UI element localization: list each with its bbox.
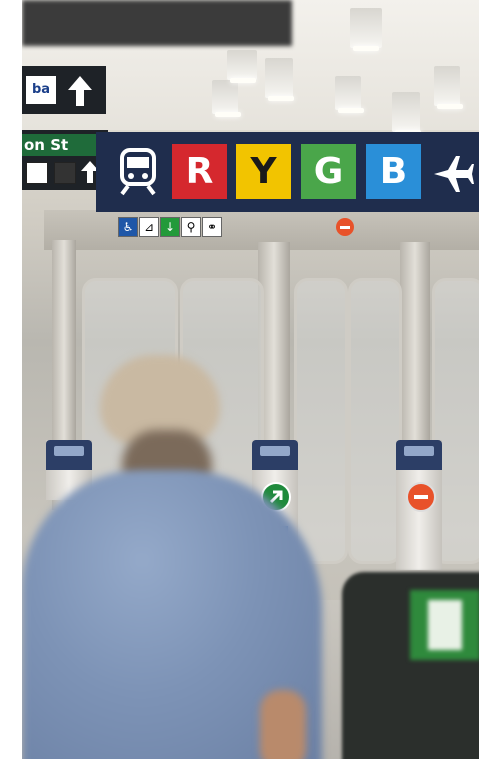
bart-logo-small-icon [26, 162, 48, 184]
card-reader [46, 440, 92, 470]
enter-arrow-icon: ↓ [160, 217, 180, 237]
ceiling-light [392, 92, 421, 135]
ceiling-beam-shadow [22, 0, 292, 46]
ceiling-light [335, 76, 364, 113]
line-g-tile: G [301, 144, 356, 199]
card-reader [252, 440, 298, 470]
line-y-tile: Y [236, 144, 291, 199]
glass-panel [348, 278, 402, 564]
arrow-up-icon [68, 76, 92, 106]
person-arm [260, 690, 306, 759]
bart-direction-sign: ba [22, 66, 106, 114]
wheelchair-icon: ♿ [118, 217, 138, 237]
walking-icon: ⚲ [181, 217, 201, 237]
fare-gate [396, 440, 442, 570]
airplane-icon [434, 156, 474, 192]
station-photo: ba on St R Y G B ♿ ⊿ ↓ ⚲ ⚭ [22, 0, 479, 759]
photo-scene: ba on St R Y G B ♿ ⊿ ↓ ⚲ ⚭ [0, 0, 479, 759]
elevator-icon [54, 162, 76, 184]
train-icon [120, 148, 156, 196]
ceiling-light [212, 80, 241, 117]
stairs-icon: ⊿ [139, 217, 159, 237]
no-entry-icon [406, 482, 436, 512]
gate-pillar [400, 242, 430, 452]
card-reader [396, 440, 442, 470]
gate-status-screen [410, 590, 479, 660]
glass-panel [294, 278, 348, 564]
line-r-tile: R [172, 144, 227, 199]
ceiling-light [227, 50, 257, 83]
bart-logo: ba [26, 76, 56, 104]
line-sign: R Y G B [96, 132, 479, 212]
line-b-tile: B [366, 144, 421, 199]
no-entry-icon [336, 218, 354, 236]
accessibility-icons: ♿ ⊿ ↓ ⚲ ⚭ [118, 217, 224, 237]
ceiling-light [265, 58, 294, 101]
ceiling-light [350, 8, 382, 51]
bicycle-icon: ⚭ [202, 217, 222, 237]
ceiling-light [434, 66, 463, 109]
